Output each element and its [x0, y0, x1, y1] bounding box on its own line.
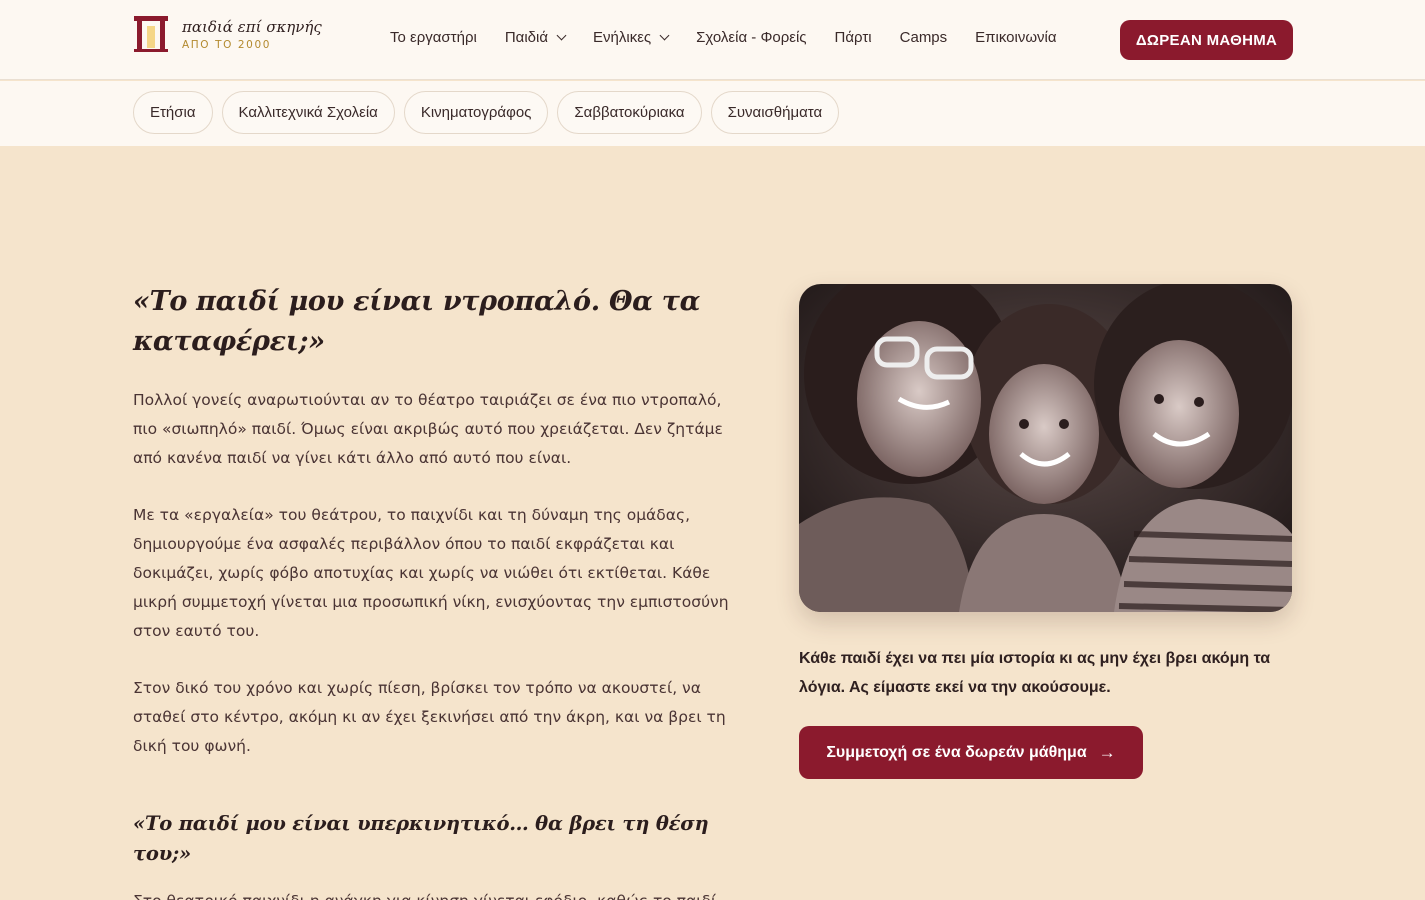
join-free-lesson-button[interactable]: Συμμετοχή σε ένα δωρεάν μάθημα →: [799, 726, 1143, 779]
brand-since: ΑΠΟ ΤΟ 2000: [182, 39, 272, 51]
section-heading: «Το παιδί μου είναι υπερκινητικό… θα βρε…: [133, 812, 709, 865]
nav-item-party[interactable]: Πάρτι: [835, 29, 872, 46]
nav-label: Camps: [899, 29, 948, 46]
nav-item-contact[interactable]: Επικοινωνία: [975, 29, 1056, 46]
nav-item-workshop[interactable]: Το εργαστήρι: [390, 29, 477, 46]
nav-label: Ενήλικες: [593, 29, 652, 46]
tab-weekends[interactable]: Σαββατοκύριακα: [557, 91, 702, 134]
nav-item-children[interactable]: Παιδιά: [504, 29, 567, 46]
nav-label: Σχολεία - Φορείς: [696, 29, 807, 46]
nav-label: Το εργαστήρι: [390, 29, 477, 46]
brand-name: παιδιά επί σκηνής: [182, 18, 322, 36]
logo-text: παιδιά επί σκηνής ΑΠΟ ΤΟ 2000: [182, 16, 322, 51]
nav-item-camps[interactable]: Camps: [900, 29, 948, 46]
nav-label: Παιδιά: [504, 29, 549, 46]
stage-logo-icon: [134, 16, 168, 52]
tab-annual[interactable]: Ετήσια: [133, 91, 213, 134]
paragraph: Στον δικό του χρόνο και χωρίς πίεση, βρί…: [133, 679, 726, 755]
nav-label: Επικοινωνία: [975, 29, 1057, 46]
quote-text: Κάθε παιδί έχει να πει μία ιστορία κι ας…: [799, 650, 1271, 696]
arrow-right-icon: →: [1098, 742, 1116, 762]
main-nav: Το εργαστήρι Παιδιά Ενήλικες Σχολεία - Φ…: [390, 29, 1085, 46]
site-header: παιδιά επί σκηνής ΑΠΟ ΤΟ 2000 Το εργαστή…: [0, 0, 1425, 80]
nav-label: Πάρτι: [834, 29, 872, 46]
sub-nav: Ετήσια Καλλιτεχνικά Σχολεία Κινηματογράφ…: [0, 81, 1425, 146]
paragraph: Στο θεατρικό παιχνίδι η ανάγκη για κίνησ…: [133, 887, 743, 900]
tab-art-schools[interactable]: Καλλιτεχνικά Σχολεία: [221, 91, 395, 134]
nav-item-schools[interactable]: Σχολεία - Φορείς: [696, 29, 806, 46]
chevron-down-icon: [659, 30, 670, 41]
paragraph: Με τα «εργαλεία» του θεάτρου, το παιχνίδ…: [133, 506, 729, 640]
children-photo: [799, 284, 1292, 612]
tab-emotions[interactable]: Συναισθήματα: [710, 91, 840, 134]
cta-label: Συμμετοχή σε ένα δωρεάν μάθημα: [826, 743, 1087, 761]
paragraph: Πολλοί γονείς αναρωτιούνται αν το θέατρο…: [133, 391, 723, 467]
main-content: «Το παιδί μου είναι ντροπαλό. Θα τα κατα…: [133, 282, 743, 900]
free-lesson-button[interactable]: ΔΩΡΕΑΝ ΜΑΘΗΜΑ: [1120, 20, 1293, 60]
chevron-down-icon: [556, 30, 567, 41]
logo[interactable]: παιδιά επί σκηνής ΑΠΟ ΤΟ 2000: [134, 16, 322, 52]
page-title: «Το παιδί μου είναι ντροπαλό. Θα τα κατα…: [133, 286, 701, 357]
tab-cinema[interactable]: Κινηματογράφος: [403, 91, 549, 134]
nav-item-adults[interactable]: Ενήλικες: [593, 29, 670, 46]
